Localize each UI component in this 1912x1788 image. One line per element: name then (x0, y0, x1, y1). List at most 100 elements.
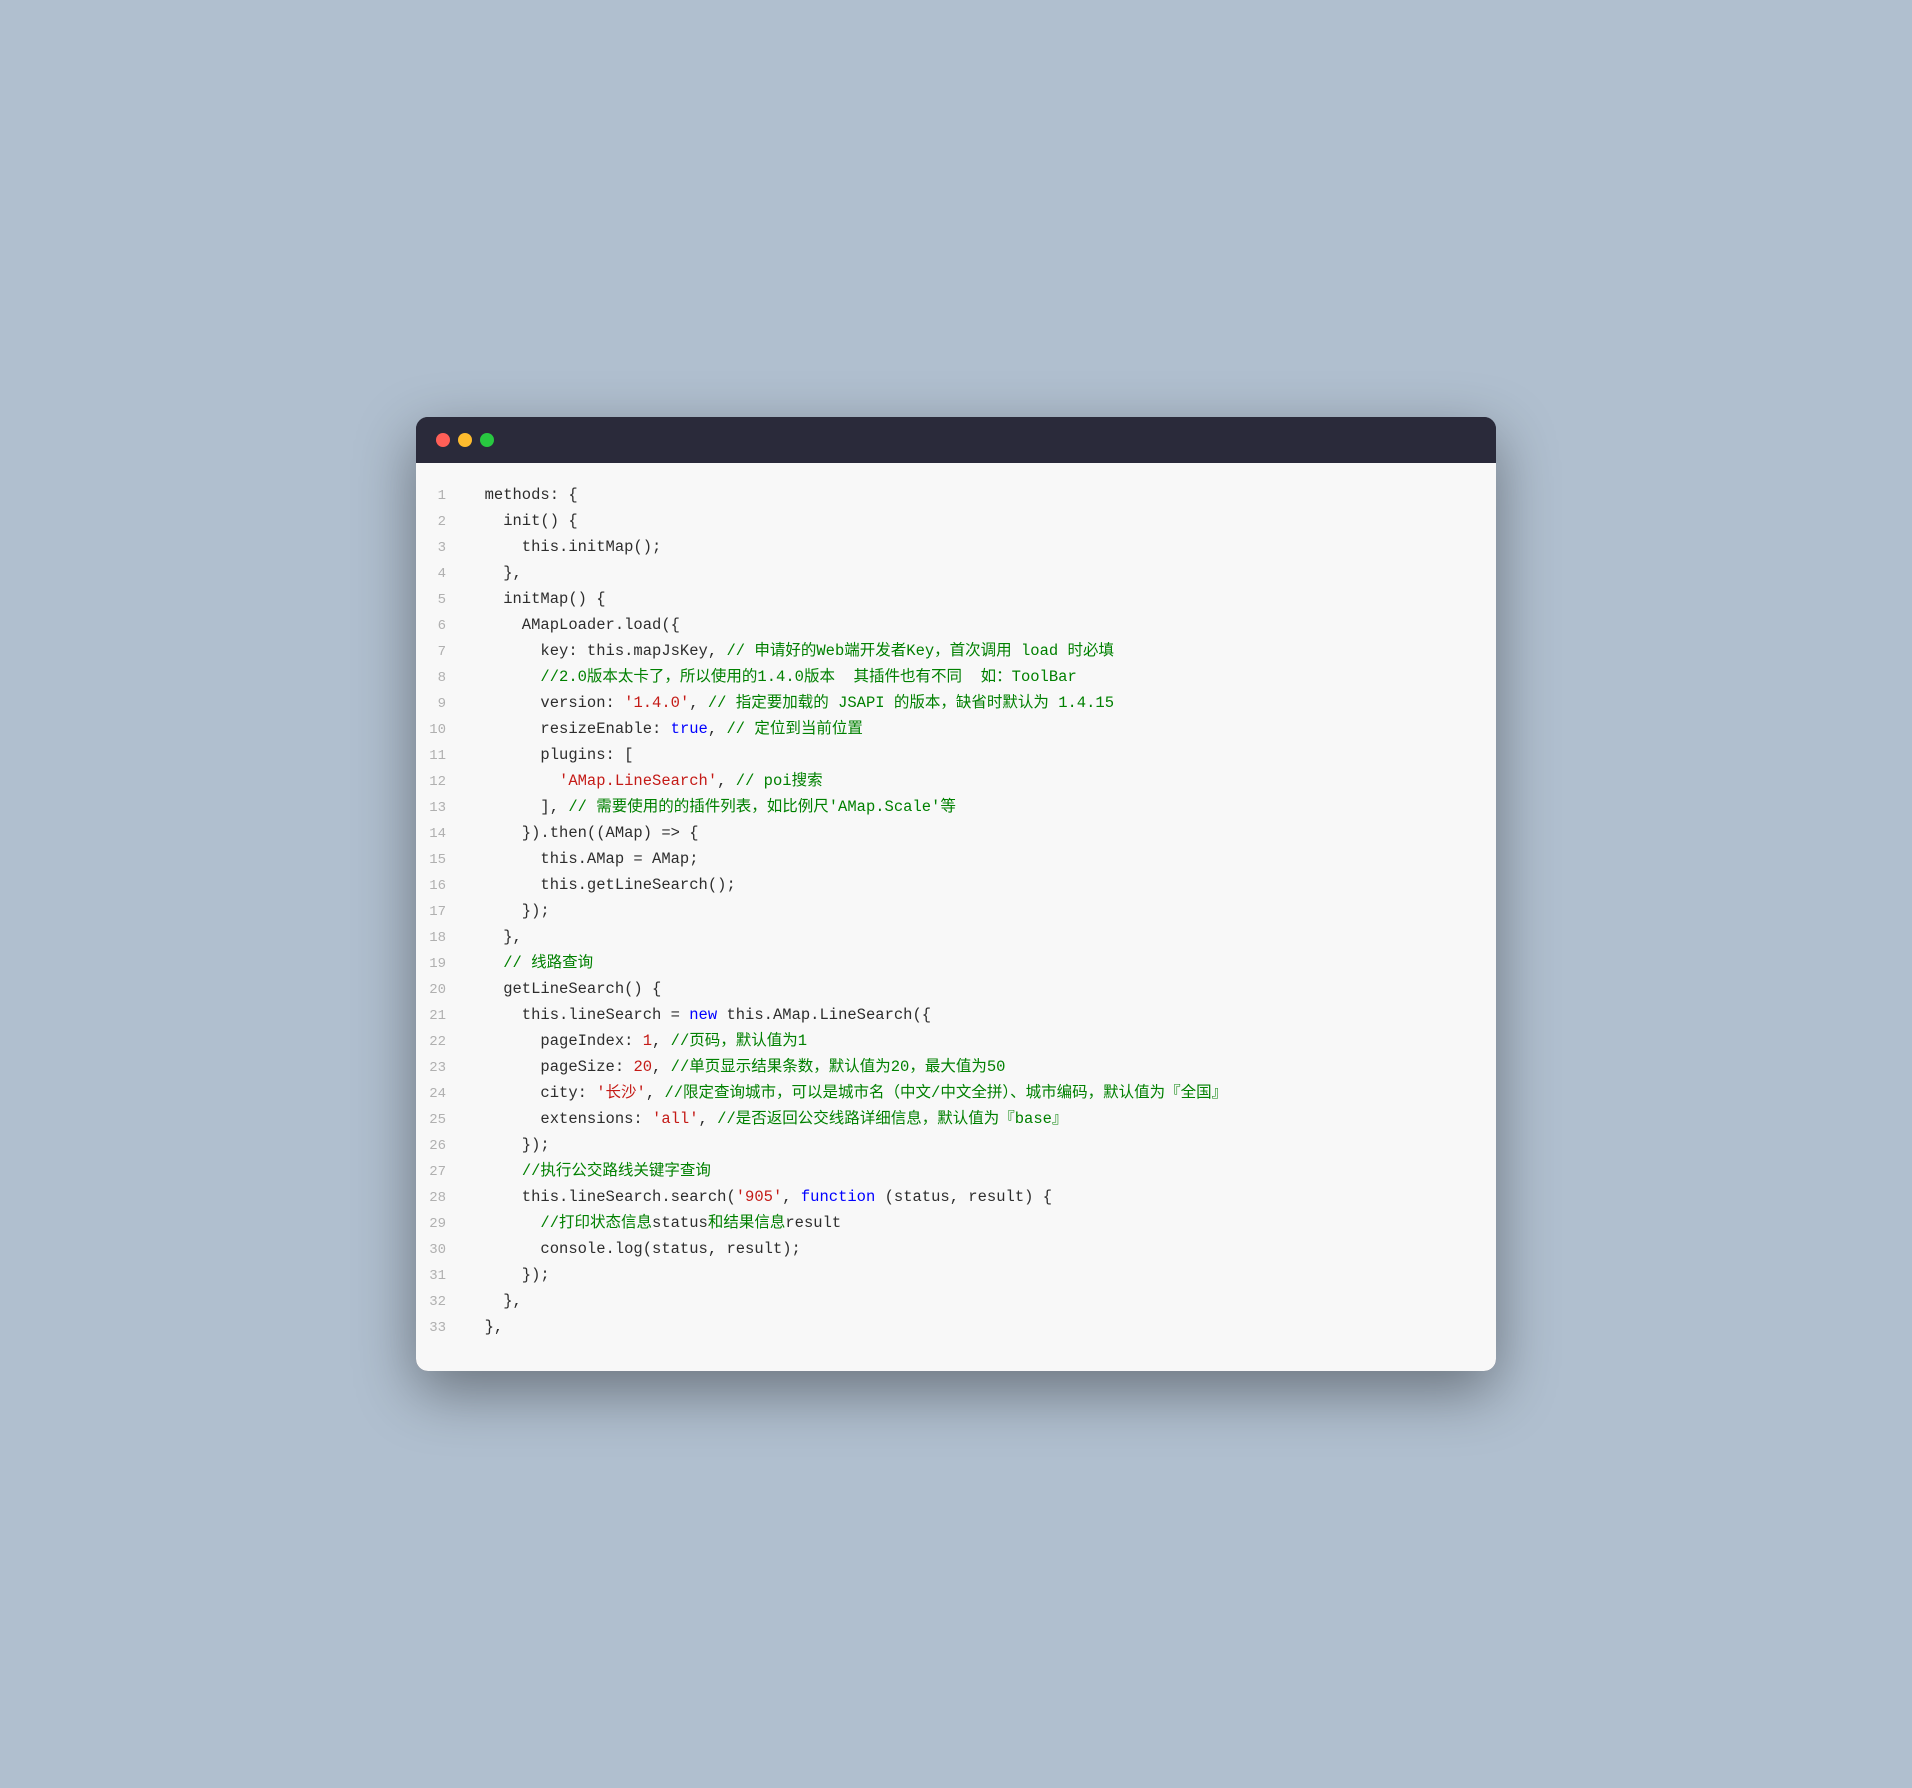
line-number: 19 (416, 953, 466, 976)
code-line-8: 8 //2.0版本太卡了，所以使用的1.4.0版本 其插件也有不同 如：Tool… (416, 665, 1496, 691)
line-content: }); (466, 1133, 1466, 1159)
token: console.log(status, result); (466, 1240, 801, 1258)
token: init() { (466, 512, 578, 530)
token: this.lineSearch = (466, 1006, 689, 1024)
code-line-1: 1 methods: { (416, 483, 1496, 509)
line-number: 10 (416, 719, 466, 742)
code-line-24: 24 city: '长沙', //限定查询城市，可以是城市名（中文/中文全拼）、… (416, 1081, 1496, 1107)
code-line-14: 14 }).then((AMap) => { (416, 821, 1496, 847)
code-line-10: 10 resizeEnable: true, // 定位到当前位置 (416, 717, 1496, 743)
line-content: //打印状态信息status和结果信息result (466, 1211, 1466, 1237)
token: //是否返回公交线路详细信息，默认值为『base』 (717, 1110, 1067, 1128)
line-content: this.lineSearch = new this.AMap.LineSear… (466, 1003, 1466, 1029)
line-number: 17 (416, 901, 466, 924)
token: pageIndex: (466, 1032, 643, 1050)
token: , (708, 720, 727, 738)
code-line-23: 23 pageSize: 20, //单页显示结果条数，默认值为20，最大值为5… (416, 1055, 1496, 1081)
close-button[interactable] (436, 433, 450, 447)
line-content: this.getLineSearch(); (466, 873, 1466, 899)
line-content: pageIndex: 1, //页码，默认值为1 (466, 1029, 1466, 1055)
line-content: this.initMap(); (466, 535, 1466, 561)
token: 'all' (652, 1110, 699, 1128)
code-line-32: 32 }, (416, 1289, 1496, 1315)
token: this.initMap(); (466, 538, 661, 556)
line-content: console.log(status, result); (466, 1237, 1466, 1263)
code-line-2: 2 init() { (416, 509, 1496, 535)
token: version: (466, 694, 624, 712)
code-window: 1 methods: {2 init() {3 this.initMap(); 4… (416, 417, 1496, 1371)
token: '1.4.0' (624, 694, 689, 712)
code-line-15: 15 this.AMap = AMap; (416, 847, 1496, 873)
token: city: (466, 1084, 596, 1102)
token: 和结果信息 (708, 1214, 786, 1232)
code-line-22: 22 pageIndex: 1, //页码，默认值为1 (416, 1029, 1496, 1055)
line-number: 2 (416, 511, 466, 534)
token: }, (466, 564, 522, 582)
line-number: 18 (416, 927, 466, 950)
token: pageSize: (466, 1058, 633, 1076)
line-content: pageSize: 20, //单页显示结果条数，默认值为20，最大值为50 (466, 1055, 1466, 1081)
token: // 指定要加载的 JSAPI 的版本，缺省时默认为 1.4.15 (708, 694, 1114, 712)
token (466, 772, 559, 790)
token: , (689, 694, 708, 712)
line-content: this.lineSearch.search('905', function (… (466, 1185, 1466, 1211)
code-line-4: 4 }, (416, 561, 1496, 587)
token: resizeEnable: (466, 720, 671, 738)
line-number: 30 (416, 1239, 466, 1262)
token: plugins: [ (466, 746, 633, 764)
line-content: methods: { (466, 483, 1466, 509)
code-line-7: 7 key: this.mapJsKey, // 申请好的Web端开发者Key，… (416, 639, 1496, 665)
token: // poi搜索 (736, 772, 823, 790)
line-content: //2.0版本太卡了，所以使用的1.4.0版本 其插件也有不同 如：ToolBa… (466, 665, 1466, 691)
line-number: 11 (416, 745, 466, 768)
token: // 线路查询 (503, 954, 593, 972)
token: , (652, 1058, 671, 1076)
token: //打印状态信息 (540, 1214, 652, 1232)
line-content: }, (466, 925, 1466, 951)
line-content: city: '长沙', //限定查询城市，可以是城市名（中文/中文全拼）、城市编… (466, 1081, 1466, 1107)
line-number: 21 (416, 1005, 466, 1028)
line-content: }, (466, 561, 1466, 587)
code-line-5: 5 initMap() { (416, 587, 1496, 613)
line-number: 29 (416, 1213, 466, 1236)
code-line-30: 30 console.log(status, result); (416, 1237, 1496, 1263)
line-content: }, (466, 1315, 1466, 1341)
line-number: 7 (416, 641, 466, 664)
line-number: 14 (416, 823, 466, 846)
line-content: version: '1.4.0', // 指定要加载的 JSAPI 的版本，缺省… (466, 691, 1466, 717)
token: }); (466, 902, 550, 920)
line-content: }, (466, 1289, 1466, 1315)
line-content: this.AMap = AMap; (466, 847, 1466, 873)
line-content: ], // 需要使用的的插件列表，如比例尺'AMap.Scale'等 (466, 795, 1466, 821)
line-number: 8 (416, 667, 466, 690)
code-line-29: 29 //打印状态信息status和结果信息result (416, 1211, 1496, 1237)
line-content: //执行公交路线关键字查询 (466, 1159, 1466, 1185)
token: }, (466, 1292, 522, 1310)
line-number: 27 (416, 1161, 466, 1184)
line-content: // 线路查询 (466, 951, 1466, 977)
token: }, (466, 1318, 503, 1336)
token: // 需要使用的的插件列表，如比例尺'AMap.Scale'等 (568, 798, 956, 816)
code-line-19: 19 // 线路查询 (416, 951, 1496, 977)
token: //单页显示结果条数，默认值为20，最大值为50 (671, 1058, 1006, 1076)
line-number: 3 (416, 537, 466, 560)
token: this.AMap = AMap; (466, 850, 699, 868)
line-number: 6 (416, 615, 466, 638)
code-line-17: 17 }); (416, 899, 1496, 925)
minimize-button[interactable] (458, 433, 472, 447)
token: //页码，默认值为1 (671, 1032, 807, 1050)
token: extensions: (466, 1110, 652, 1128)
line-content: getLineSearch() { (466, 977, 1466, 1003)
token (466, 668, 540, 686)
code-line-26: 26 }); (416, 1133, 1496, 1159)
line-content: initMap() { (466, 587, 1466, 613)
token (466, 954, 503, 972)
line-number: 25 (416, 1109, 466, 1132)
code-line-21: 21 this.lineSearch = new this.AMap.LineS… (416, 1003, 1496, 1029)
token: (status, result) { (875, 1188, 1052, 1206)
token: initMap() { (466, 590, 606, 608)
code-line-18: 18 }, (416, 925, 1496, 951)
maximize-button[interactable] (480, 433, 494, 447)
token: this.AMap.LineSearch({ (717, 1006, 931, 1024)
token: 'AMap.LineSearch' (559, 772, 717, 790)
